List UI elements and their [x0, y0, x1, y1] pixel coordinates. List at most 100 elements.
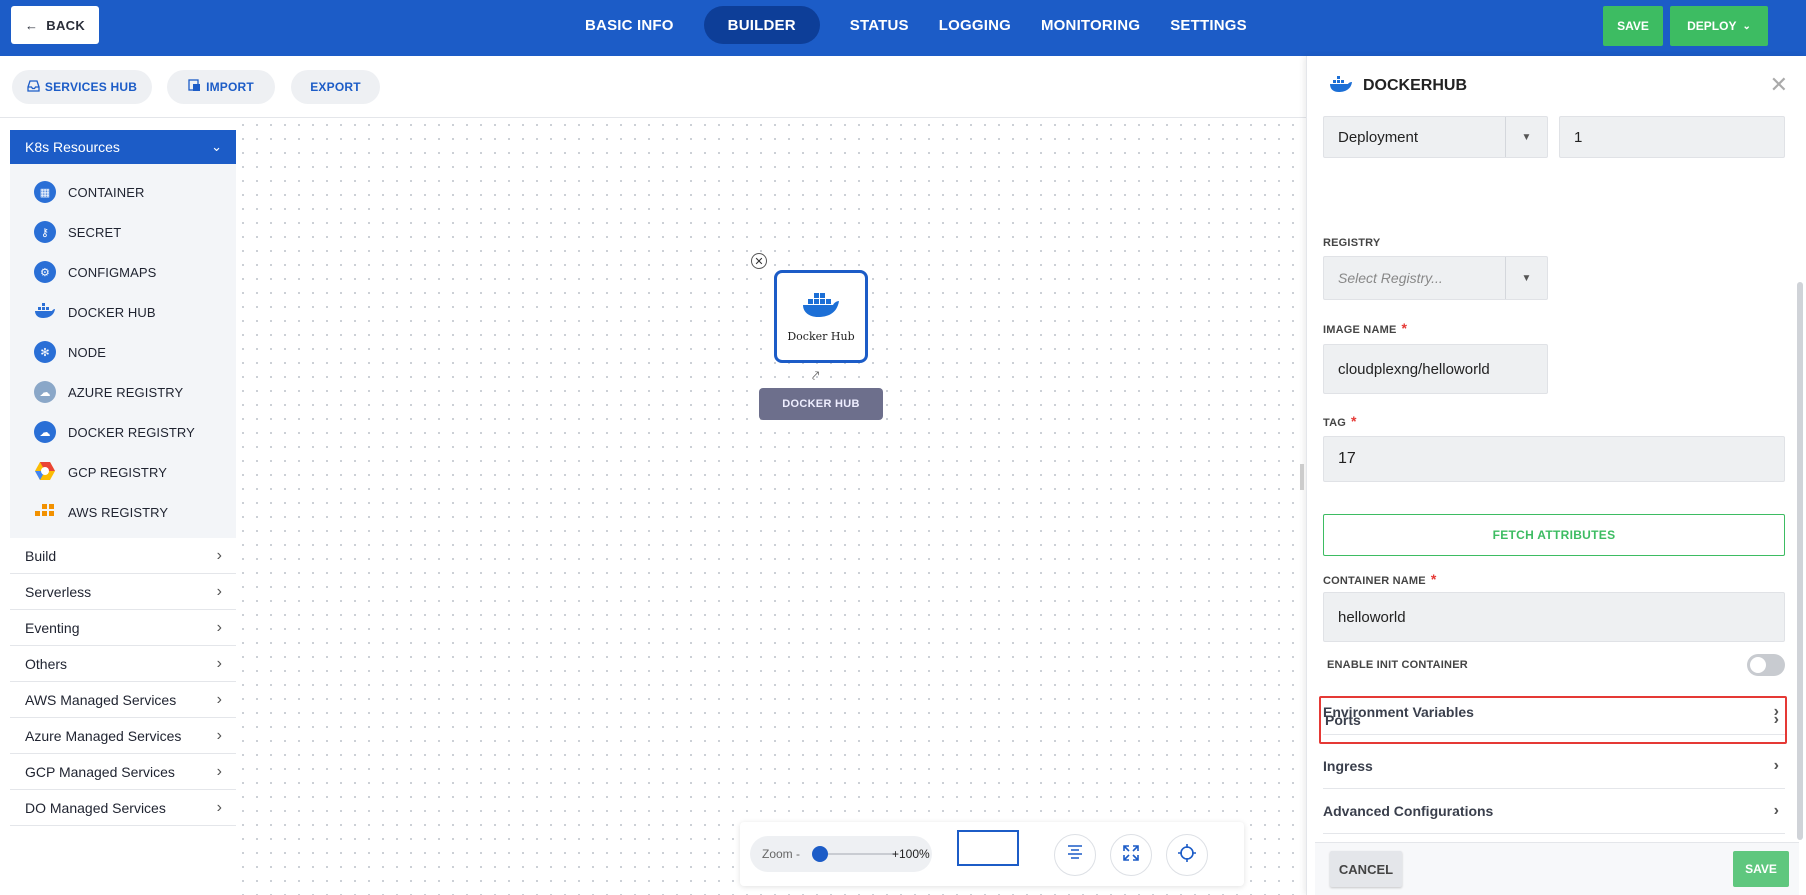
zoom-slider-handle[interactable] [812, 846, 828, 862]
sidebar-category-gcp-managed[interactable]: GCP Managed Services › [10, 754, 236, 790]
sidebar-item-docker-registry[interactable]: ☁ DOCKER REGISTRY [10, 412, 236, 452]
sidebar-category-others[interactable]: Others › [10, 646, 236, 682]
registry-select[interactable]: Select Registry... ▼ [1323, 256, 1548, 300]
top-save-button[interactable]: SAVE [1603, 6, 1663, 46]
dockerhub-config-panel: DOCKERHUB ✕ Deployment ▼ 1 REGISTRY Sele… [1300, 56, 1806, 895]
export-button[interactable]: EXPORT [291, 70, 380, 104]
chevron-right-icon: › [1773, 802, 1779, 819]
sidebar-item-container[interactable]: ▦ CONTAINER [10, 172, 236, 212]
docker-hub-icon [1329, 75, 1353, 98]
sidebar-category-aws-managed[interactable]: AWS Managed Services › [10, 682, 236, 718]
tab-builder[interactable]: BUILDER [703, 6, 820, 44]
section-advanced-configurations[interactable]: Advanced Configurations › [1323, 789, 1785, 834]
sidebar-item-docker-hub[interactable]: DOCKER HUB [10, 292, 236, 332]
chevron-down-icon: ⌄ [211, 139, 222, 154]
tag-input[interactable]: 17 [1323, 436, 1785, 482]
section-label: Advanced Configurations [1323, 803, 1494, 819]
init-container-row: ENABLE INIT CONTAINER [1323, 650, 1785, 680]
sidebar-item-azure-registry[interactable]: ☁ AZURE REGISTRY [10, 372, 236, 412]
node-remove-button[interactable]: ✕ [751, 253, 767, 269]
required-marker: * [1401, 320, 1408, 336]
sidebar-item-node[interactable]: ✻ NODE [10, 332, 236, 372]
builder-canvas[interactable] [236, 118, 1306, 895]
recenter-button[interactable] [1166, 834, 1208, 876]
fit-screen-button[interactable] [1110, 834, 1152, 876]
sidebar-item-secret[interactable]: ⚷ SECRET [10, 212, 236, 252]
init-container-label: ENABLE INIT CONTAINER [1327, 659, 1468, 671]
caret-down-icon: ▼ [1505, 257, 1547, 299]
category-label: Others [25, 655, 68, 672]
tab-settings[interactable]: SETTINGS [1155, 6, 1262, 44]
category-label: DO Managed Services [25, 799, 166, 816]
chevron-right-icon: › [1773, 711, 1779, 728]
required-marker: * [1351, 413, 1357, 429]
section-label: Ingress [1323, 758, 1373, 774]
tag-label: TAG [1323, 417, 1347, 429]
align-center-icon [1066, 844, 1084, 867]
zoom-slider-track[interactable] [820, 853, 896, 855]
arrow-left-icon: ← [24, 17, 39, 33]
image-name-input[interactable]: cloudplexng/helloworld [1323, 344, 1548, 394]
container-name-label: CONTAINER NAME [1323, 575, 1426, 587]
docker-hub-node[interactable]: Docker Hub [774, 270, 868, 363]
sidebar-item-label: CONTAINER [68, 184, 145, 200]
inbox-icon [27, 79, 40, 95]
save-button[interactable]: SAVE [1733, 851, 1789, 887]
chevron-right-icon: › [216, 618, 222, 636]
sidebar-item-label: SECRET [68, 224, 122, 240]
tab-basic-info[interactable]: BASIC INFO [570, 6, 689, 44]
tab-status[interactable]: STATUS [835, 6, 924, 44]
builder-subbar: SERVICES HUB IMPORT EXPORT [0, 56, 1306, 118]
back-button[interactable]: ← BACK [11, 6, 99, 44]
sidebar-item-aws-registry[interactable]: AWS REGISTRY [10, 492, 236, 532]
sidebar-item-configmaps[interactable]: ⚙ CONFIGMAPS [10, 252, 236, 292]
sidebar-category-do-managed[interactable]: DO Managed Services › [10, 790, 236, 826]
tab-monitoring[interactable]: MONITORING [1026, 6, 1155, 44]
tab-logging[interactable]: LOGGING [924, 6, 1026, 44]
container-name-input[interactable]: helloworld [1323, 592, 1785, 642]
sidebar-item-label: NODE [68, 344, 106, 360]
node-type-tag: DOCKER HUB [759, 388, 883, 420]
sidebar-category-serverless[interactable]: Serverless › [10, 574, 236, 610]
section-label: Ports [1325, 712, 1361, 728]
panel-resize-handle[interactable] [1300, 464, 1304, 490]
sidebar-item-gcp-registry[interactable]: GCP REGISTRY [10, 452, 236, 492]
kind-select[interactable]: Deployment ▼ [1323, 116, 1548, 158]
kind-select-value: Deployment [1338, 128, 1419, 146]
zoom-value: +100% [892, 847, 930, 861]
services-hub-label: SERVICES HUB [44, 80, 138, 94]
panel-form: Deployment ▼ 1 REGISTRY Select Registry.… [1307, 116, 1806, 836]
sidebar-category-eventing[interactable]: Eventing › [10, 610, 236, 646]
minimap[interactable] [957, 830, 1019, 866]
k8s-resources-header[interactable]: K8s Resources ⌄ [10, 130, 236, 164]
replicas-input[interactable]: 1 [1559, 116, 1785, 158]
link-icon[interactable]: ⤤ [812, 368, 819, 384]
import-button[interactable]: IMPORT [167, 70, 275, 104]
resources-sidebar: K8s Resources ⌄ ▦ CONTAINER ⚷ SECRET ⚙ C… [10, 130, 236, 895]
sidebar-item-label: AWS REGISTRY [68, 504, 169, 520]
node-icon: ✻ [34, 341, 56, 363]
caret-down-icon: ▼ [1505, 117, 1547, 157]
docker-hub-icon [34, 302, 56, 322]
panel-header: DOCKERHUB [1307, 56, 1806, 116]
fetch-attributes-button[interactable]: FETCH ATTRIBUTES [1323, 514, 1785, 556]
cancel-button[interactable]: CANCEL [1330, 851, 1402, 887]
sidebar-category-build[interactable]: Build › [10, 538, 236, 574]
panel-scrollbar[interactable] [1797, 282, 1803, 840]
chevron-right-icon: › [216, 726, 222, 744]
secret-icon: ⚷ [34, 221, 56, 243]
k8s-resources-label: K8s Resources [25, 139, 120, 155]
close-icon[interactable]: ✕ [1770, 72, 1788, 98]
sidebar-category-azure-managed[interactable]: Azure Managed Services › [10, 718, 236, 754]
section-ports[interactable]: Ports › [1319, 696, 1787, 744]
aws-registry-icon [34, 502, 56, 523]
chevron-right-icon: › [216, 546, 222, 564]
k8s-resources-list: ▦ CONTAINER ⚷ SECRET ⚙ CONFIGMAPS DOCKER… [10, 164, 236, 538]
align-center-button[interactable] [1054, 834, 1096, 876]
deploy-button[interactable]: DEPLOY ⌄ [1670, 6, 1768, 46]
init-container-toggle[interactable] [1747, 654, 1785, 676]
services-hub-button[interactable]: SERVICES HUB [12, 70, 152, 104]
section-ingress[interactable]: Ingress › [1323, 744, 1785, 789]
sidebar-item-label: DOCKER REGISTRY [68, 424, 195, 440]
chevron-right-icon: › [216, 762, 222, 780]
